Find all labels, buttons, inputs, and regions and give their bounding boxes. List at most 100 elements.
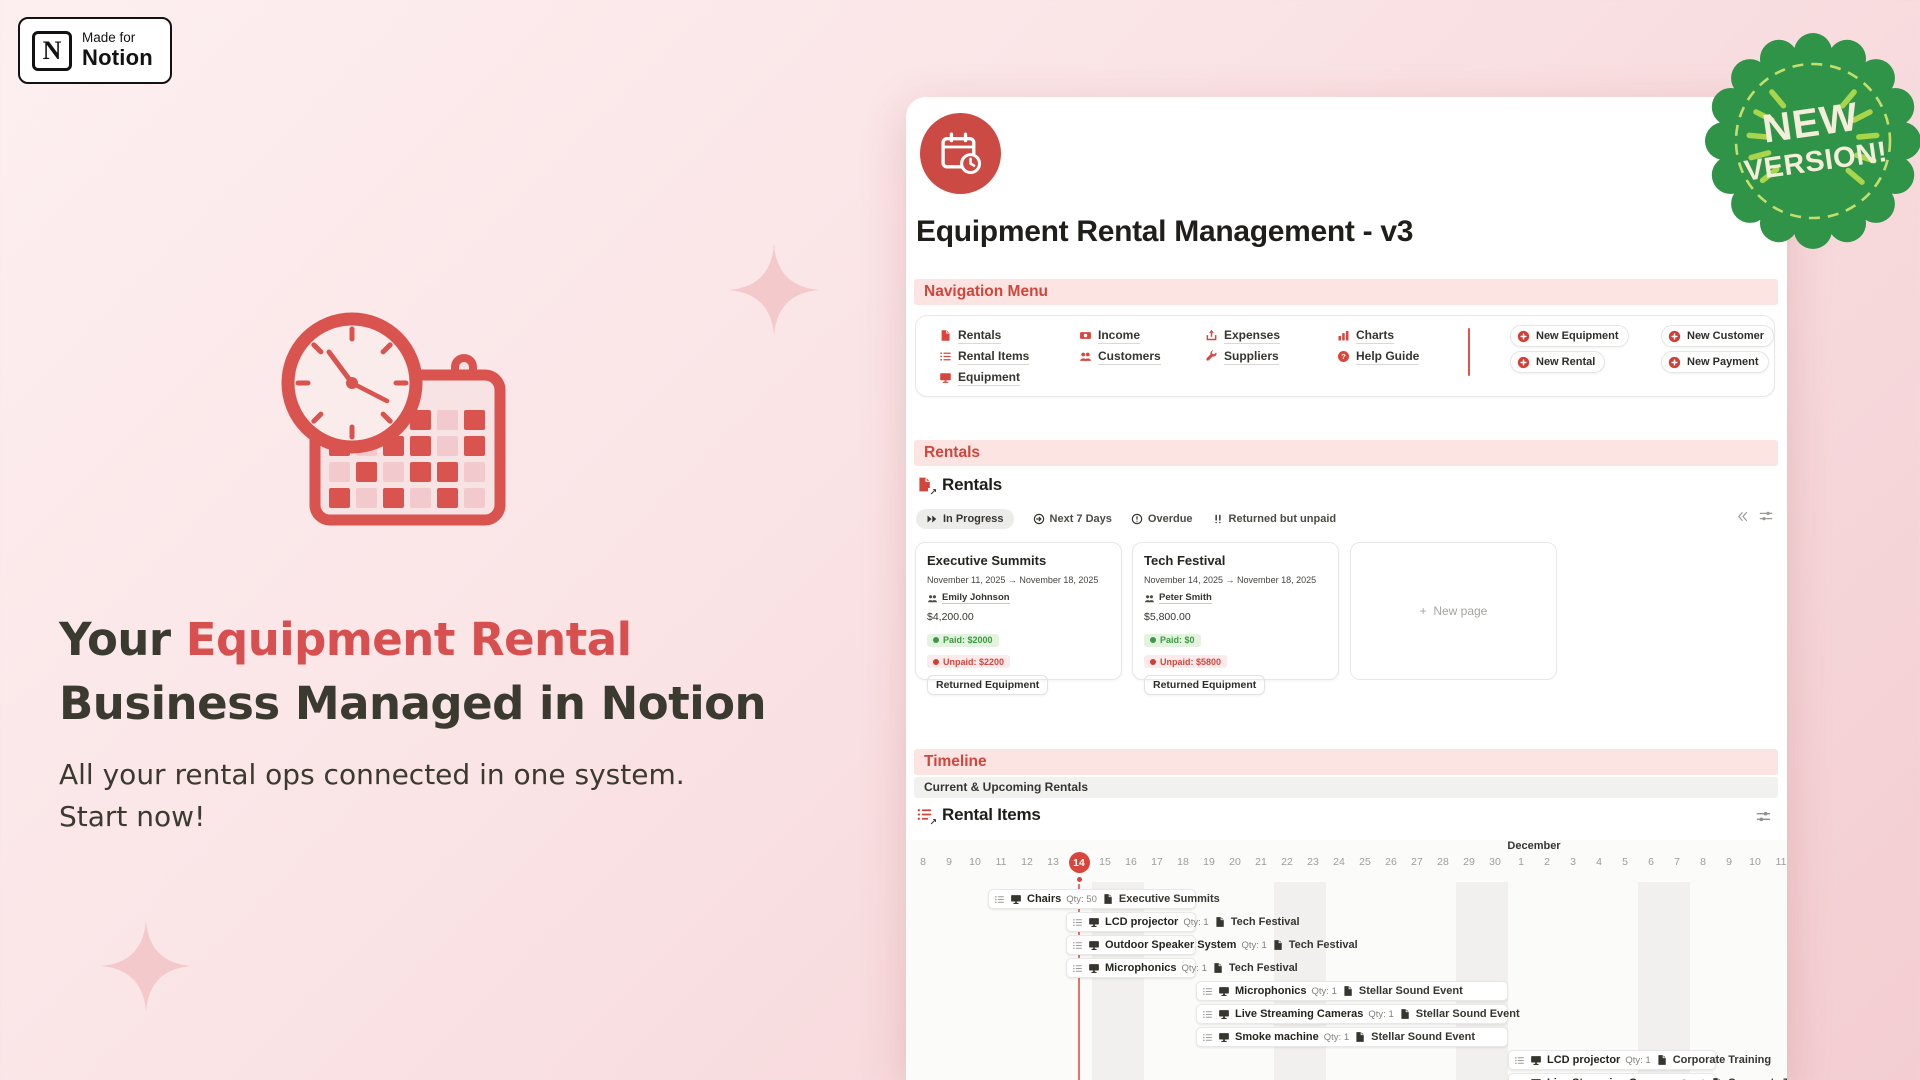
current-upcoming-toggle[interactable]: Current & Upcoming Rentals bbox=[914, 777, 1778, 798]
nav-item-suppliers[interactable]: Suppliers bbox=[1205, 346, 1280, 367]
bar-qty: Qty: 50 bbox=[1066, 894, 1097, 905]
drag-list-icon bbox=[1072, 917, 1083, 928]
tab-in-progress[interactable]: In Progress bbox=[916, 509, 1014, 529]
equipment-icon bbox=[1218, 985, 1230, 997]
day-label: 15 bbox=[1092, 856, 1118, 868]
event-page-icon bbox=[1656, 1054, 1668, 1066]
timeline-bar-outdoor-speaker-system[interactable]: Outdoor Speaker SystemQty: 1Tech Festiva… bbox=[1066, 935, 1364, 955]
day-label: 30 bbox=[1482, 856, 1508, 868]
unpaid-badge: Unpaid: $5800 bbox=[1144, 655, 1227, 668]
timeline-bar-chairs[interactable]: Chairs Qty: 50 Executive Summits bbox=[988, 889, 1226, 909]
paid-badge: Paid: $0 bbox=[1144, 634, 1201, 647]
plus-circle-icon bbox=[1668, 330, 1681, 343]
timeline-grid: December89101112131415161718192021222324… bbox=[906, 840, 1787, 1080]
day-label: 7 bbox=[1664, 856, 1690, 868]
unpaid-badge: Unpaid: $2200 bbox=[927, 655, 1010, 668]
tab-next-7-days[interactable]: Next 7 Days bbox=[1033, 513, 1112, 525]
equipment-icon bbox=[1530, 1054, 1542, 1066]
nav-item-charts[interactable]: Charts bbox=[1337, 325, 1419, 346]
timeline-bar-smoke-machine[interactable]: Smoke machineQty: 1Stellar Sound Event bbox=[1196, 1027, 1481, 1047]
nav-item-equipment[interactable]: Equipment bbox=[939, 367, 1029, 388]
plus-circle-icon bbox=[1517, 356, 1530, 369]
collapse-icon[interactable] bbox=[1736, 510, 1749, 523]
tune-icon bbox=[1759, 509, 1773, 523]
day-label: 24 bbox=[1326, 856, 1352, 868]
timeline-bar-microphonics[interactable]: MicrophonicsQty: 1Stellar Sound Event bbox=[1196, 981, 1469, 1001]
tab-returned-but-unpaid[interactable]: Returned but unpaid bbox=[1212, 513, 1337, 525]
nav-item-customers[interactable]: Customers bbox=[1079, 346, 1161, 367]
nav-item-help-guide[interactable]: ?Help Guide bbox=[1337, 346, 1419, 367]
bar-qty: Qty: 1 bbox=[1324, 1032, 1349, 1043]
new-payment-button[interactable]: New Payment bbox=[1661, 351, 1769, 373]
card-customer[interactable]: Peter Smith bbox=[1144, 592, 1327, 604]
drag-list-icon bbox=[1072, 940, 1083, 951]
made-for-notion-badge: N Made for Notion bbox=[18, 17, 172, 84]
view-settings-icon[interactable] bbox=[1759, 509, 1773, 523]
timeline-bar-live-streaming-cameras[interactable]: Live Streaming CamerasQty: 1Stellar Soun… bbox=[1196, 1004, 1526, 1024]
returned-equipment-button[interactable]: Returned Equipment bbox=[927, 675, 1048, 695]
bar-qty: Qty: 1 bbox=[1312, 986, 1337, 997]
day-label: 26 bbox=[1378, 856, 1404, 868]
nav-column: ExpensesSuppliers bbox=[1205, 325, 1280, 367]
drag-list-icon bbox=[1072, 963, 1083, 974]
tab-overdue[interactable]: Overdue bbox=[1131, 513, 1193, 525]
nav-item-income[interactable]: Income bbox=[1079, 325, 1161, 346]
today-dot bbox=[1077, 877, 1082, 882]
day-label: 12 bbox=[1014, 856, 1040, 868]
new-page-card[interactable]: + New page bbox=[1350, 542, 1557, 680]
nav-item-rental-items[interactable]: Rental Items bbox=[939, 346, 1029, 367]
timeline-bar-microphonics[interactable]: MicrophonicsQty: 1Tech Festival bbox=[1066, 958, 1304, 978]
card-customer[interactable]: Emily Johnson bbox=[927, 592, 1110, 604]
day-label: 3 bbox=[1560, 856, 1586, 868]
help-icon: ? bbox=[1337, 350, 1350, 363]
bar-qty: Qty: 1 bbox=[1625, 1055, 1650, 1066]
day-label: 11 bbox=[988, 856, 1014, 868]
drag-list-icon bbox=[1514, 1055, 1525, 1066]
bar-event-name: Executive Summits bbox=[1119, 893, 1220, 905]
event-page-icon bbox=[1399, 1008, 1411, 1020]
new-equipment-button[interactable]: New Equipment bbox=[1510, 325, 1629, 347]
day-label: 2 bbox=[1534, 856, 1560, 868]
card-title: Executive Summits bbox=[927, 553, 1110, 568]
day-label: 18 bbox=[1170, 856, 1196, 868]
clock-calendar-illustration bbox=[265, 300, 515, 535]
day-label: 27 bbox=[1404, 856, 1430, 868]
bar-item-name: Chairs bbox=[1027, 893, 1061, 905]
rental-items-db-title[interactable]: ↗ Rental Items bbox=[916, 805, 1041, 825]
people-icon bbox=[927, 593, 938, 604]
day-label: 29 bbox=[1456, 856, 1482, 868]
day-label: 1 bbox=[1508, 856, 1534, 868]
new-customer-button[interactable]: New Customer bbox=[1661, 325, 1774, 347]
nav-item-rentals[interactable]: Rentals bbox=[939, 325, 1029, 346]
day-label: 13 bbox=[1040, 856, 1066, 868]
rental-card-executive-summits[interactable]: Executive SummitsNovember 11, 2025 → Nov… bbox=[915, 542, 1122, 680]
drag-list-icon bbox=[1202, 986, 1213, 997]
calendar-clock-icon bbox=[920, 113, 1001, 194]
day-label: 9 bbox=[936, 856, 962, 868]
day-label: 21 bbox=[1248, 856, 1274, 868]
bar-qty: Qty: 1 bbox=[1368, 1009, 1393, 1020]
card-total: $5,800.00 bbox=[1144, 611, 1327, 623]
day-label: 28 bbox=[1430, 856, 1456, 868]
new-page-label: + New page bbox=[1420, 604, 1488, 618]
equipment-icon bbox=[1218, 1031, 1230, 1043]
bar-item-name: Outdoor Speaker System bbox=[1105, 939, 1236, 951]
monitor-icon bbox=[939, 371, 952, 384]
returned-equipment-button[interactable]: Returned Equipment bbox=[1144, 675, 1265, 695]
arrowCircle-icon bbox=[1033, 513, 1045, 525]
nav-divider bbox=[1468, 328, 1470, 376]
people-icon bbox=[1144, 593, 1155, 604]
timeline-bar-lcd-projector[interactable]: LCD projectorQty: 1Tech Festival bbox=[1066, 912, 1306, 932]
page-icon bbox=[939, 329, 952, 342]
rental-card-tech-festival[interactable]: Tech FestivalNovember 14, 2025 → Novembe… bbox=[1132, 542, 1339, 680]
timeline-bar-live-streaming-cameras[interactable]: Live Streaming CamerasQty: 1Corporate Tr… bbox=[1508, 1073, 1787, 1080]
timeline-settings[interactable] bbox=[1756, 809, 1771, 824]
rentals-db-title[interactable]: ↗ Rentals bbox=[916, 475, 1002, 495]
page-title: Equipment Rental Management - v3 bbox=[916, 215, 1413, 249]
plus-circle-icon bbox=[1517, 330, 1530, 343]
new-rental-button[interactable]: New Rental bbox=[1510, 351, 1605, 373]
nav-item-expenses[interactable]: Expenses bbox=[1205, 325, 1280, 346]
timeline-bar-lcd-projector[interactable]: LCD projectorQty: 1Corporate Training bbox=[1508, 1050, 1777, 1070]
rentals-filter-tabs: In Progress Next 7 Days Overdue Returned bu… bbox=[916, 506, 1336, 531]
bar-qty: Qty: 1 bbox=[1182, 963, 1207, 974]
